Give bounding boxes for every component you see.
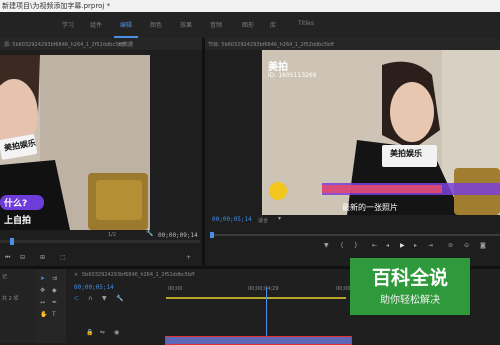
project-item-count: 共 2 项 xyxy=(2,296,19,302)
source-overwrite-icon[interactable]: ⊞ xyxy=(40,254,45,261)
window-title: 新建项目\为视频添加字幕.prproj * xyxy=(2,2,111,10)
pen-tool-icon[interactable]: ✒ xyxy=(52,299,57,306)
project-panel-label: 记 xyxy=(2,274,8,280)
metadata-tab[interactable]: 元数据 xyxy=(118,41,133,48)
selection-tool-icon[interactable]: ➤ xyxy=(40,275,45,282)
source-letterbox xyxy=(150,55,202,230)
window-titlebar: 新建项目\为视频添加字幕.prproj * xyxy=(0,0,500,12)
timeline-sequence-name[interactable]: 5b6032924293bf6846_h264_1_2f52ddbc5bff xyxy=(82,272,195,278)
source-playhead[interactable] xyxy=(10,238,14,245)
tab-color[interactable]: 颜色 xyxy=(150,20,162,29)
source-duration-timecode: 00;00;09;14 xyxy=(158,232,198,239)
program-id-text: ID: 1605113269 xyxy=(268,72,317,79)
mark-in-bracket-icon[interactable]: { xyxy=(340,242,344,249)
mark-in-icon[interactable]: ▼ xyxy=(324,242,329,249)
tools-panel: ➤ ⇉ ✥ ◆ ↔ ✒ ✋ T xyxy=(36,269,66,343)
tab-effects[interactable]: 效果 xyxy=(180,20,192,29)
program-brand-text: 美拍 xyxy=(268,62,288,73)
tab-graphics[interactable]: 图形 xyxy=(242,20,254,29)
tab-editing[interactable]: 编辑 xyxy=(120,20,132,29)
wrench-icon[interactable]: 🔧 xyxy=(146,230,153,237)
lift-icon[interactable]: ⊜ xyxy=(448,242,453,249)
program-playhead[interactable] xyxy=(210,232,214,238)
timeline-close-icon[interactable]: × xyxy=(74,272,78,278)
watermark-subtitle: 助你轻松解决 xyxy=(380,295,440,306)
hand-tool-icon[interactable]: ✋ xyxy=(40,311,47,318)
tab-learn[interactable]: 学习 xyxy=(62,20,74,29)
track-lock-icon[interactable]: 🔒 xyxy=(86,329,93,336)
program-timecode[interactable]: 00;00;05;14 xyxy=(212,216,252,223)
program-video-frame: 美拍 ID: 1605113269 美拍娱乐 最新的一张照片 xyxy=(262,50,500,215)
go-to-in-icon[interactable]: ⇤ xyxy=(372,242,377,249)
tab-titles[interactable]: Titles xyxy=(298,20,314,27)
source-step-back-icon[interactable]: ⏮ xyxy=(5,254,10,262)
source-video-frame: 美拍娱乐 什么? 上自拍 xyxy=(0,55,150,230)
track-sync-icon[interactable]: ⇋ xyxy=(100,329,105,336)
linked-selection-icon[interactable]: ∩ xyxy=(88,295,92,302)
type-tool-icon[interactable]: T xyxy=(52,311,56,318)
source-add-button-icon[interactable]: + xyxy=(186,254,191,261)
tab-libraries[interactable]: 库 xyxy=(270,20,276,29)
camera-icon[interactable]: ◙ xyxy=(480,242,486,249)
razor-tool-icon[interactable]: ◆ xyxy=(52,287,57,294)
work-area-bar[interactable] xyxy=(166,297,346,299)
program-letterbox xyxy=(205,50,262,215)
timeline-playhead-line[interactable] xyxy=(266,287,267,343)
watermark-title: 百科全说 xyxy=(371,267,448,289)
source-caption-question: 什么? xyxy=(4,199,28,209)
slip-tool-icon[interactable]: ↔ xyxy=(40,299,45,306)
ruler-mid-label: 00;00;04;29 xyxy=(248,286,279,292)
program-caption: 最新的一张照片 xyxy=(342,203,398,212)
timeline-settings-icon[interactable]: 🔧 xyxy=(116,295,123,302)
go-to-out-icon[interactable]: ⇥ xyxy=(428,242,433,249)
add-marker-icon[interactable]: ▼ xyxy=(102,295,107,302)
snap-icon[interactable]: ⊂ xyxy=(74,295,79,302)
tab-audio[interactable]: 音频 xyxy=(210,20,222,29)
program-fit-dropdown[interactable]: 适合 xyxy=(258,217,268,224)
extract-icon[interactable]: ⊝ xyxy=(464,242,469,249)
program-panel-title[interactable]: 节目: 5b6032924293bf6846_h264_1_2f52ddbc5b… xyxy=(208,41,334,48)
play-icon[interactable]: ▶ xyxy=(400,242,405,249)
project-panel: 记 共 2 项 xyxy=(0,269,36,343)
timeline-playhead-timecode[interactable]: 00;00;05;14 xyxy=(74,284,114,291)
source-panel-title[interactable]: 源: 5b6032924293bf6846_h264_1_2f52ddbc5bf… xyxy=(4,41,125,48)
mark-out-bracket-icon[interactable]: } xyxy=(354,242,358,249)
track-eye-icon[interactable]: ◉ xyxy=(114,329,119,336)
workspace-bar: 学习 组件 编辑 颜色 效果 音频 图形 库 Titles xyxy=(0,12,500,38)
watermark-logo: 百科全说 助你轻松解决 xyxy=(350,258,470,315)
program-badge-text: 美拍娱乐 xyxy=(390,149,422,158)
source-scrubber[interactable] xyxy=(0,240,200,243)
source-fit-dropdown[interactable]: 1/2 xyxy=(108,232,116,238)
step-forward-icon[interactable]: ▸ xyxy=(414,242,417,249)
program-scrubber[interactable] xyxy=(210,234,500,236)
program-fit-chevron-icon[interactable]: ▾ xyxy=(278,215,281,222)
tab-assembly[interactable]: 组件 xyxy=(90,20,102,29)
source-insert-icon[interactable]: ⊟ xyxy=(20,254,25,261)
ripple-edit-tool-icon[interactable]: ✥ xyxy=(40,287,45,294)
ruler-start-label: 00;00 xyxy=(168,286,183,292)
track-select-tool-icon[interactable]: ⇉ xyxy=(52,275,57,282)
source-export-frame-icon[interactable]: ⬚ xyxy=(60,254,66,261)
timeline-video-clip[interactable] xyxy=(165,336,352,345)
source-caption-line: 上自拍 xyxy=(4,216,32,226)
step-back-icon[interactable]: ◂ xyxy=(386,242,389,249)
